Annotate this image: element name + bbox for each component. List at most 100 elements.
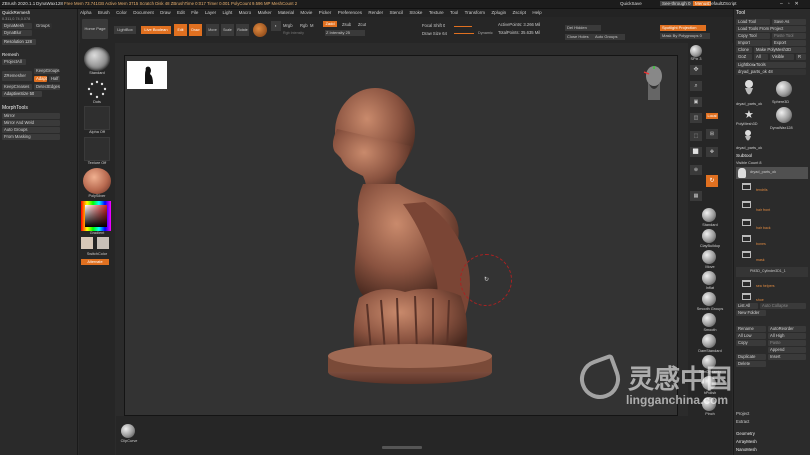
hpolish-brush-icon[interactable]: [702, 376, 716, 390]
zoom3d-icon[interactable]: ⊕: [690, 165, 702, 175]
goz-button[interactable]: GoZ: [736, 54, 752, 60]
subtool-folder-bones[interactable]: bones: [756, 241, 766, 247]
delete-button[interactable]: Delete: [736, 361, 766, 367]
sphere3d-thumbnail-icon[interactable]: [776, 81, 792, 97]
menu-transform[interactable]: Transform: [465, 9, 485, 17]
arraymesh-section[interactable]: ArrayMesh: [736, 439, 757, 445]
mask-by-polygroups-slider[interactable]: Mask By Polygroups 0: [660, 33, 710, 39]
append-button[interactable]: Append: [768, 347, 806, 353]
spix-label[interactable]: SPix 3: [688, 57, 704, 61]
detect-edges-button[interactable]: DetectEdges: [34, 84, 60, 90]
auto-groups-shelf-button[interactable]: Auto Groups: [593, 34, 625, 40]
zcut-button[interactable]: Zcut: [358, 22, 366, 27]
load-tools-from-project-button[interactable]: Load Tools From Project: [736, 26, 806, 32]
menu-color[interactable]: Color: [116, 9, 127, 17]
copy-button[interactable]: Copy: [736, 340, 766, 346]
inflat-brush-icon[interactable]: [702, 271, 716, 285]
standard-brush-icon[interactable]: [84, 47, 110, 71]
spotlight-projection-button[interactable]: Spotlight Projection: [660, 25, 706, 31]
subtool-folder-hair-back[interactable]: hair back: [756, 225, 771, 231]
remesh-header[interactable]: Remesh: [2, 52, 19, 58]
home-page-button[interactable]: Home Page: [82, 19, 108, 39]
mirror-and-weld-button[interactable]: Mirror And Weld: [2, 120, 60, 126]
damstandard-brush-icon[interactable]: [702, 334, 716, 348]
menu-marker[interactable]: Marker: [258, 9, 272, 17]
floor-icon[interactable]: ⊞: [706, 129, 718, 139]
mirror-button[interactable]: Mirror: [2, 113, 60, 119]
r-button[interactable]: R: [796, 54, 806, 60]
scroll-icon[interactable]: ✥: [690, 65, 702, 75]
export-button[interactable]: Export: [772, 40, 806, 46]
canvas-viewport[interactable]: ↻: [124, 55, 678, 416]
menu-movie[interactable]: Movie: [300, 9, 312, 17]
menu-material[interactable]: Material: [278, 9, 294, 17]
menu-zscript[interactable]: Zscript: [513, 9, 527, 17]
autoreorder-button[interactable]: AutoReorder: [768, 326, 806, 332]
adaptive-size-slider[interactable]: AdaptiveSize 50: [2, 91, 42, 97]
navigation-head-icon[interactable]: [640, 64, 668, 102]
timeline-scroll[interactable]: [382, 446, 422, 449]
subtool-folder-tendrils[interactable]: tendrils: [756, 187, 768, 193]
menu-picker[interactable]: Picker: [319, 9, 332, 17]
menu-render[interactable]: Render: [368, 9, 383, 17]
menu-stroke[interactable]: Stroke: [409, 9, 422, 17]
bpr-icon[interactable]: [690, 45, 702, 57]
keepgroups-button[interactable]: KeepGroups: [34, 68, 60, 74]
load-tool-button[interactable]: Load Tool: [736, 19, 770, 25]
extract-section[interactable]: Extract: [736, 419, 749, 425]
visible-button[interactable]: Visible: [770, 54, 794, 60]
menu-alpha[interactable]: Alpha: [80, 9, 92, 17]
dynablur-button[interactable]: DynaBlur: [2, 30, 32, 36]
save-as-button[interactable]: Save As: [772, 19, 806, 25]
groups-button[interactable]: Groups: [34, 23, 52, 29]
quicksave-button[interactable]: QuickSave: [620, 1, 642, 6]
tool-palette-header[interactable]: Tool: [736, 10, 745, 16]
mrgb-button[interactable]: Mrgb: [283, 23, 293, 28]
aahalf-icon[interactable]: ◫: [690, 113, 702, 123]
insert-button[interactable]: Insert: [768, 354, 806, 360]
subtool-item-selected[interactable]: dryad_parts_ok: [736, 167, 808, 179]
zoom-icon[interactable]: ⌕: [690, 81, 702, 91]
standard-brush-icon[interactable]: [702, 208, 716, 222]
sculpture-model[interactable]: [315, 84, 505, 394]
see-through-slider[interactable]: See-through 0: [660, 1, 693, 6]
rgb-intensity-slider[interactable]: Rgb Intensity: [283, 31, 304, 35]
scale-button[interactable]: Scale: [221, 24, 234, 36]
menu-brush[interactable]: Brush: [98, 9, 110, 17]
folder-icon[interactable]: [742, 235, 751, 242]
menu-document[interactable]: Document: [133, 9, 154, 17]
draw-button[interactable]: Draw: [189, 24, 202, 36]
menu-help[interactable]: Help: [532, 9, 541, 17]
default-zscript-button[interactable]: DefaultZScript: [708, 1, 737, 6]
claybuildup-brush-icon[interactable]: [702, 229, 716, 243]
menu-edit[interactable]: Edit: [177, 9, 185, 17]
paste-button[interactable]: Paste: [768, 340, 806, 346]
menu-file[interactable]: File: [191, 9, 198, 17]
half-button[interactable]: Half: [49, 76, 60, 82]
reference-image-thumbnail[interactable]: [127, 61, 167, 89]
keep-creases-button[interactable]: KeepCreases: [2, 84, 32, 90]
project-all-button[interactable]: ProjectAll: [2, 59, 26, 65]
switch-color-button[interactable]: SwitchColor: [79, 252, 115, 256]
new-folder-button[interactable]: New Folder: [736, 310, 766, 316]
all-low-button[interactable]: All Low: [736, 333, 766, 339]
polyf-icon[interactable]: ▦: [690, 191, 702, 201]
dynamic-button[interactable]: Dynamic: [478, 31, 493, 35]
color-picker-square[interactable]: [85, 205, 107, 227]
rotate-button[interactable]: Rotate: [236, 24, 249, 36]
del-hidden-button[interactable]: Del Hidden: [565, 25, 601, 31]
dots-stroke-icon[interactable]: [85, 79, 109, 101]
from-masking-button[interactable]: From Masking: [2, 134, 60, 140]
alpha-off-icon[interactable]: [84, 106, 110, 130]
m-button[interactable]: M: [310, 23, 314, 28]
copy-tool-button[interactable]: Copy Tool: [736, 33, 770, 39]
zadd-button[interactable]: Zadd: [323, 21, 337, 27]
menu-stencil[interactable]: Stencil: [390, 9, 404, 17]
draw-size-slider[interactable]: Draw Size 64: [422, 31, 447, 36]
polymesh3d-star-icon[interactable]: ★: [744, 109, 756, 121]
adapt-button[interactable]: Adapt: [34, 76, 47, 82]
zremesher-button[interactable]: ZRemesher: [2, 71, 32, 81]
rename-button[interactable]: Rename: [736, 326, 766, 332]
auto-groups-button[interactable]: Auto Groups: [2, 127, 60, 133]
z-intensity-slider[interactable]: Z Intensity 25: [325, 30, 365, 36]
